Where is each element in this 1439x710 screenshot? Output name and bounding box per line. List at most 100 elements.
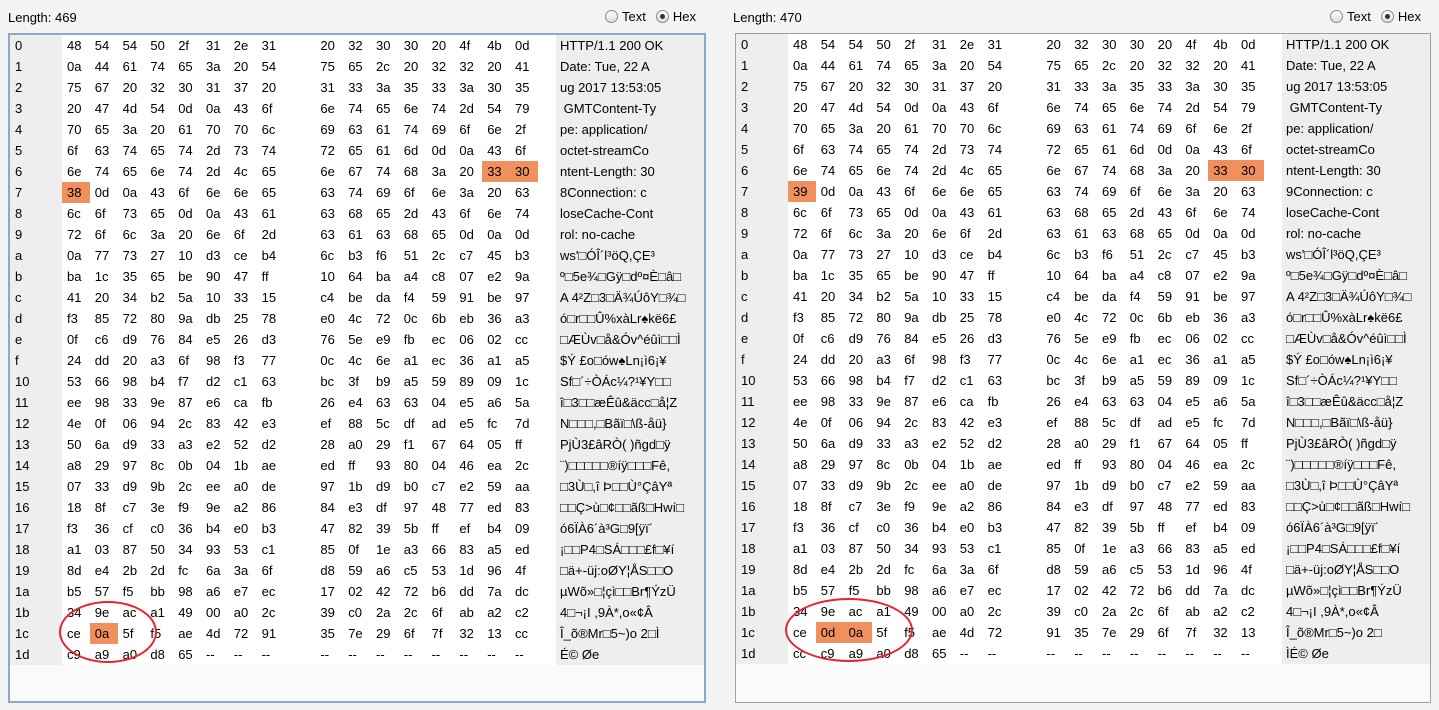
hex-byte[interactable]: c9 [816,643,844,664]
hex-byte[interactable]: f4 [399,287,427,308]
hex-byte[interactable]: -- [427,644,455,665]
hex-byte[interactable]: 54 [90,35,118,56]
hex-byte[interactable]: f3 [62,308,90,329]
hex-byte[interactable]: 83 [201,413,229,434]
hex-byte[interactable]: c8 [1153,265,1181,286]
hex-byte[interactable]: 41 [62,287,90,308]
hex-byte[interactable]: 13 [1236,622,1264,643]
hex-byte[interactable]: 74 [1125,118,1153,139]
hex-byte[interactable]: 6c [788,202,816,223]
hex-byte[interactable]: -- [399,644,427,665]
hex-byte[interactable]: 20 [173,224,201,245]
hex-byte[interactable]: b4 [927,517,955,538]
hex-byte[interactable]: 65 [145,140,173,161]
hex-byte[interactable]: b2 [871,286,899,307]
hex-byte[interactable]: cf [844,517,872,538]
hex-byte[interactable]: ba [62,266,90,287]
hex-byte[interactable]: 0a [118,182,146,203]
hex-byte[interactable]: 32 [427,56,455,77]
hex-byte[interactable]: -- [955,643,983,664]
hex-byte[interactable]: e0 [229,518,257,539]
hex-byte[interactable]: c7 [427,476,455,497]
hex-byte[interactable]: 73 [118,245,146,266]
hex-byte[interactable]: 31 [927,76,955,97]
hex-byte[interactable]: 20 [955,55,983,76]
hex-byte[interactable]: 37 [955,76,983,97]
hex-byte[interactable]: 52 [229,434,257,455]
hex-byte[interactable]: 30 [371,35,399,56]
hex-byte[interactable]: 93 [927,538,955,559]
hex-byte[interactable]: 02 [482,329,510,350]
hex-byte[interactable]: -- [1041,643,1069,664]
hex-byte[interactable]: 43 [955,202,983,223]
hex-byte[interactable]: -- [201,644,229,665]
hex-byte[interactable]: 32 [1208,622,1236,643]
hex-byte[interactable]: 65 [816,118,844,139]
hex-byte[interactable]: 20 [1208,55,1236,76]
hex-byte[interactable]: 43 [229,203,257,224]
radio-hex-selected-icon[interactable] [655,10,669,23]
hex-byte[interactable]: ec [1153,328,1181,349]
hex-byte[interactable]: 4c [1069,349,1097,370]
hex-byte[interactable]: d9 [844,328,872,349]
hex-byte[interactable]: 32 [145,77,173,98]
hex-byte[interactable]: 0d [899,97,927,118]
hex-byte[interactable]: 02 [343,581,371,602]
hex-byte[interactable]: 69 [371,182,399,203]
hex-byte[interactable]: c0 [145,518,173,539]
hex-byte[interactable]: 02 [1208,328,1236,349]
hex-byte[interactable]: 25 [229,308,257,329]
hex-byte[interactable]: dd [90,350,118,371]
hex-byte[interactable]: -- [1097,643,1125,664]
hex-byte[interactable]: ba [1097,265,1125,286]
hex-byte[interactable]: 4d [201,623,229,644]
hex-byte[interactable]: 85 [816,307,844,328]
hex-byte[interactable]: 6f [816,202,844,223]
hex-byte[interactable]: -- [1125,643,1153,664]
hex-byte[interactable]: cc [1236,328,1264,349]
hex-byte[interactable]: 54 [816,34,844,55]
hex-byte[interactable]: 0d [90,182,118,203]
hex-byte[interactable]: d2 [257,434,285,455]
hex-byte[interactable]: 91 [454,287,482,308]
hex-byte[interactable]: ed [1208,496,1236,517]
hex-byte[interactable]: 17 [315,581,343,602]
hex-byte[interactable]: ff [1069,454,1097,475]
hex-byte[interactable]: df [399,413,427,434]
hex-byte[interactable]: 31 [1041,76,1069,97]
hex-byte[interactable]: ec [1153,349,1181,370]
hex-byte[interactable]: 6c [62,203,90,224]
hex-byte[interactable]: 72 [788,223,816,244]
hex-byte[interactable]: 65 [145,266,173,287]
hex-byte[interactable]: 6f [1153,601,1181,622]
hex-byte[interactable]: 0d [1236,34,1264,55]
hex-byte[interactable]: 75 [1041,55,1069,76]
hex-byte[interactable]: 20 [1125,55,1153,76]
hex-byte[interactable]: 1c [1236,370,1264,391]
hex-byte[interactable]: be [173,266,201,287]
hex-byte[interactable]: 28 [315,434,343,455]
hex-byte[interactable]: 41 [1236,55,1264,76]
hex-byte[interactable]: 61 [371,140,399,161]
hex-byte[interactable]: -- [510,644,538,665]
hex-byte[interactable]: 10 [1041,265,1069,286]
hex-byte[interactable]: 65 [118,161,146,182]
hex-byte[interactable]: 10 [173,245,201,266]
hex-byte[interactable]: 6e [788,160,816,181]
hex-byte[interactable]: a0 [343,434,371,455]
hex-byte[interactable]: 50 [62,434,90,455]
hex-byte[interactable]: 63 [1069,118,1097,139]
hex-byte[interactable]: 32 [1180,55,1208,76]
hex-byte[interactable]: 4f [510,560,538,581]
hex-byte[interactable]: 72 [1041,139,1069,160]
hex-byte[interactable]: e2 [454,476,482,497]
hex-byte[interactable]: 29 [371,623,399,644]
hex-byte[interactable]: 43 [427,203,455,224]
hex-byte[interactable]: 20 [816,286,844,307]
hex-byte[interactable]: f1 [399,434,427,455]
hex-byte[interactable]: d8 [899,643,927,664]
hex-byte[interactable]: 6f [173,182,201,203]
hex-byte[interactable]: d9 [118,434,146,455]
hex-byte[interactable]: a3 [899,433,927,454]
hex-byte[interactable]: 0d [173,203,201,224]
